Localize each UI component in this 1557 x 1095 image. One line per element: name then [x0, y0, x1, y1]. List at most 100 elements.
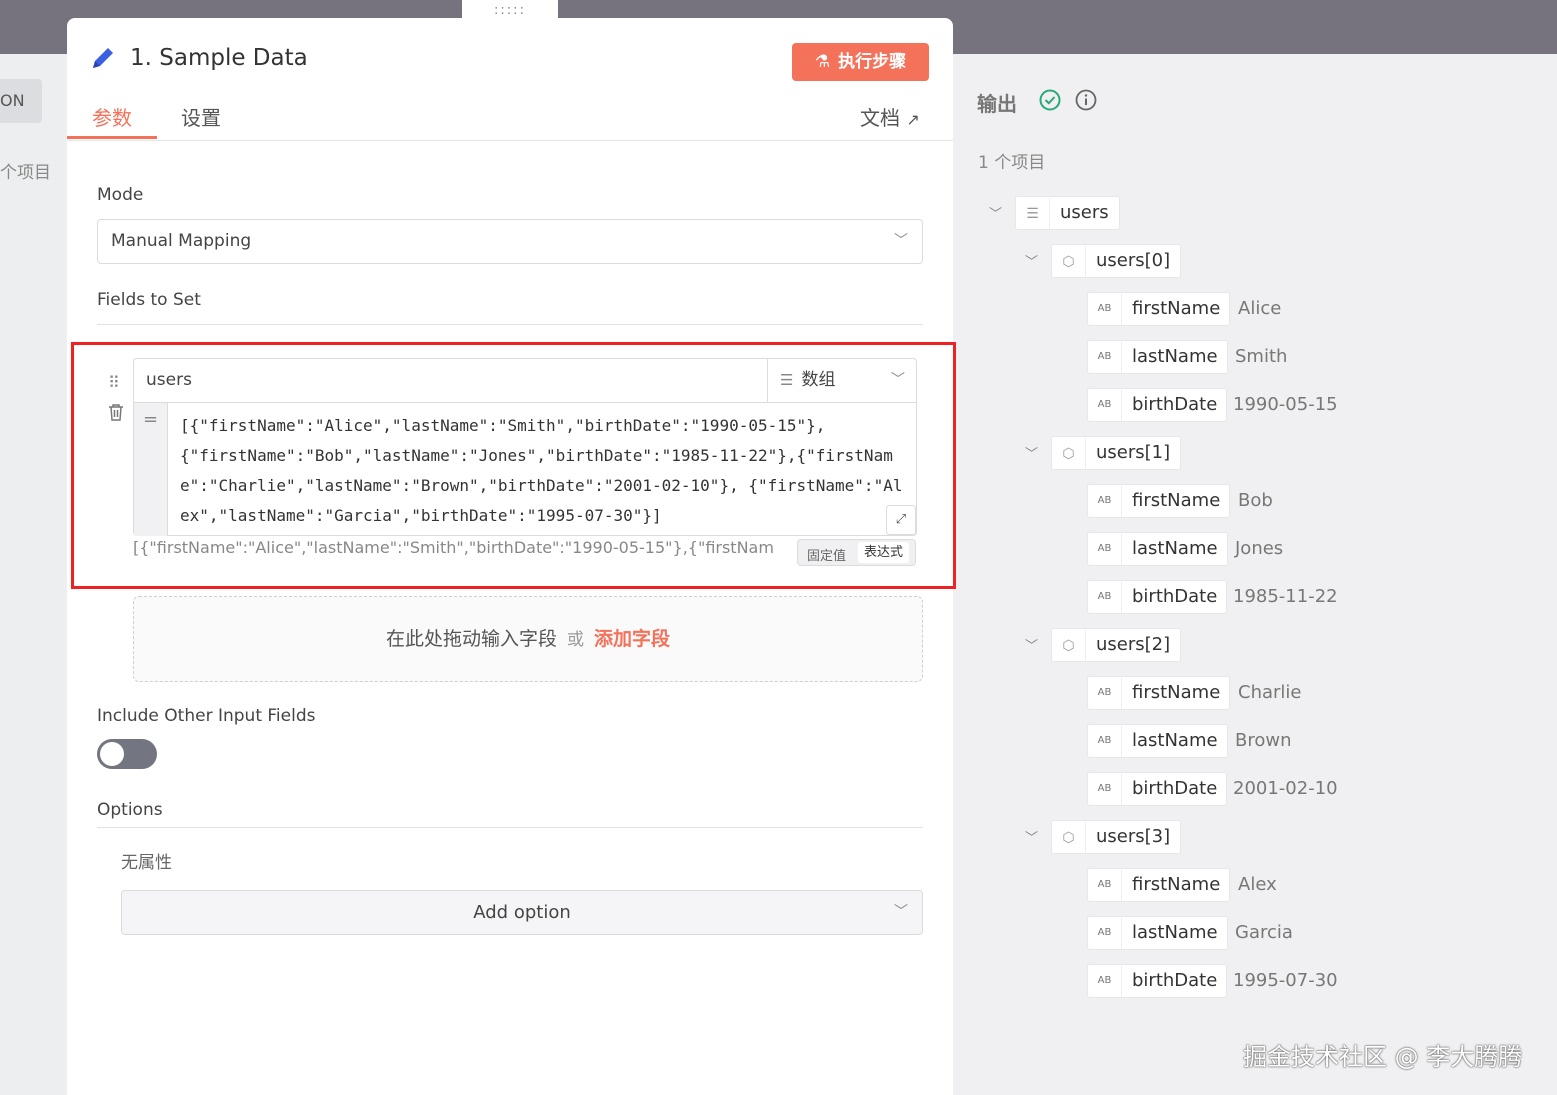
field-drop-zone[interactable]: 在此处拖动输入字段或添加字段: [133, 596, 923, 682]
expand-editor-icon[interactable]: ⤢: [886, 505, 916, 535]
tree-item-label: users[3]: [1096, 826, 1171, 847]
tree-item-node[interactable]: ⬡ users[1]: [1051, 436, 1182, 470]
cube-icon: ⬡: [1052, 246, 1086, 278]
divider: [97, 827, 923, 828]
tree-root-users[interactable]: ☰ users: [1015, 196, 1120, 230]
options-label: Options: [97, 800, 163, 820]
execute-step-label: 执行步骤: [838, 52, 907, 72]
field-key-label: firstName: [1132, 874, 1221, 895]
field-type-value: 数组: [801, 370, 836, 390]
mode-expression-option[interactable]: 表达式: [858, 542, 910, 563]
string-type-icon: AB: [1088, 581, 1122, 613]
value-preview: [{"firstName":"Alice","lastName":"Smith"…: [133, 538, 774, 557]
field-key-label: lastName: [1132, 346, 1218, 367]
field-key-chip[interactable]: AB lastName: [1087, 340, 1228, 374]
field-key-chip[interactable]: AB firstName: [1087, 292, 1231, 326]
divider: [97, 324, 923, 325]
field-value-row: = [{"firstName":"Alice","lastName":"Smit…: [134, 402, 916, 536]
field-key-chip[interactable]: AB lastName: [1087, 916, 1228, 950]
field-value: Alex: [1238, 874, 1277, 895]
field-key-chip[interactable]: AB firstName: [1087, 868, 1231, 902]
tree-item-label: users[1]: [1096, 442, 1171, 463]
tree-item-node[interactable]: ⬡ users[3]: [1051, 820, 1182, 854]
panel-header: 1. Sample Data ⚗ 执行步骤 参数 设置 文档 ↗: [67, 18, 953, 141]
field-value: Alice: [1238, 298, 1282, 319]
cube-icon: ⬡: [1052, 822, 1086, 854]
field-key-chip[interactable]: AB birthDate: [1087, 580, 1228, 614]
tab-parameters[interactable]: 参数: [92, 102, 132, 131]
string-type-icon: AB: [1088, 485, 1122, 517]
value-mode-toggle[interactable]: 固定值 表达式: [797, 539, 916, 566]
tree-item-node[interactable]: ⬡ users[2]: [1051, 628, 1182, 662]
collapse-chevron-icon[interactable]: ﹀: [1025, 251, 1038, 270]
mode-select[interactable]: Manual Mapping ﹀: [97, 219, 923, 264]
string-type-icon: AB: [1088, 725, 1122, 757]
field-value-editor[interactable]: [{"firstName":"Alice","lastName":"Smith"…: [180, 411, 910, 531]
field-key-chip[interactable]: AB birthDate: [1087, 772, 1228, 806]
field-key-chip[interactable]: AB lastName: [1087, 532, 1228, 566]
left-panel-strip: [0, 54, 66, 1095]
flask-icon: ⚗: [814, 52, 831, 72]
field-key-label: firstName: [1132, 682, 1221, 703]
input-mode-chip[interactable]: ON: [0, 79, 42, 123]
field-key-label: birthDate: [1132, 394, 1218, 415]
field-key-label: birthDate: [1132, 970, 1218, 991]
field-value: 1995-07-30: [1233, 970, 1338, 991]
add-field-link[interactable]: 添加字段: [594, 628, 670, 650]
string-type-icon: AB: [1088, 965, 1122, 997]
tree-item-node[interactable]: ⬡ users[0]: [1051, 244, 1182, 278]
include-fields-label: Include Other Input Fields: [97, 706, 316, 726]
drop-or: 或: [567, 630, 584, 650]
field-key-chip[interactable]: AB firstName: [1087, 484, 1231, 518]
mode-fixed-option[interactable]: 固定值: [807, 545, 846, 564]
pencil-icon[interactable]: [89, 44, 117, 72]
collapse-chevron-icon[interactable]: ﹀: [989, 203, 1002, 222]
equals-icon: =: [134, 403, 168, 536]
docs-link[interactable]: 文档 ↗: [860, 102, 920, 131]
trash-icon[interactable]: [107, 402, 125, 422]
field-key-label: birthDate: [1132, 586, 1218, 607]
string-type-icon: AB: [1088, 677, 1122, 709]
field-key-label: lastName: [1132, 730, 1218, 751]
drag-handle-icon[interactable]: ⠿: [108, 373, 120, 392]
field-value: 1985-11-22: [1233, 586, 1338, 607]
node-settings-panel: 1. Sample Data ⚗ 执行步骤 参数 设置 文档 ↗ Mode Man…: [67, 18, 956, 1095]
include-fields-toggle[interactable]: [97, 739, 157, 769]
field-type-select[interactable]: ☰ 数组 ﹀: [767, 359, 917, 402]
field-key-chip[interactable]: AB birthDate: [1087, 964, 1228, 998]
field-key-label: lastName: [1132, 538, 1218, 559]
field-value: 2001-02-10: [1233, 778, 1338, 799]
field-name-input[interactable]: users: [146, 359, 192, 402]
string-type-icon: AB: [1088, 533, 1122, 565]
string-type-icon: AB: [1088, 341, 1122, 373]
collapse-chevron-icon[interactable]: ﹀: [1025, 635, 1038, 654]
collapse-chevron-icon[interactable]: ﹀: [1025, 443, 1038, 462]
field-key-chip[interactable]: AB lastName: [1087, 724, 1228, 758]
chevron-down-icon: ﹀: [894, 904, 908, 920]
drop-hint: 在此处拖动输入字段: [385, 628, 557, 650]
docs-link-label: 文档: [860, 106, 900, 130]
mode-select-value: Manual Mapping: [111, 231, 252, 251]
field-key-chip[interactable]: AB firstName: [1087, 676, 1231, 710]
list-icon: ☰: [1016, 198, 1050, 230]
field-value: 1990-05-15: [1233, 394, 1338, 415]
field-value: Jones: [1235, 538, 1284, 559]
fields-to-set-label: Fields to Set: [97, 290, 201, 310]
tab-settings[interactable]: 设置: [181, 102, 221, 131]
tree-item-label: users[0]: [1096, 250, 1171, 271]
add-option-select[interactable]: Add option ﹀: [121, 890, 923, 935]
node-title[interactable]: 1. Sample Data: [130, 45, 308, 71]
list-icon: ☰: [780, 371, 794, 389]
cube-icon: ⬡: [1052, 630, 1086, 662]
active-tab-indicator: [67, 136, 157, 139]
cube-icon: ⬡: [1052, 438, 1086, 470]
execute-step-button[interactable]: ⚗ 执行步骤: [792, 43, 929, 81]
chevron-down-icon: ﹀: [891, 372, 905, 388]
field-key-chip[interactable]: AB birthDate: [1087, 388, 1228, 422]
string-type-icon: AB: [1088, 917, 1122, 949]
info-icon[interactable]: [1075, 89, 1097, 111]
collapse-chevron-icon[interactable]: ﹀: [1025, 827, 1038, 846]
output-item-count: 1 个项目: [978, 153, 1046, 173]
watermark: 掘金技术社区 @ 李大腾腾: [1243, 1043, 1523, 1071]
field-assignment: users ☰ 数组 ﹀ = [{"firstName":"Alice","las…: [133, 358, 917, 536]
